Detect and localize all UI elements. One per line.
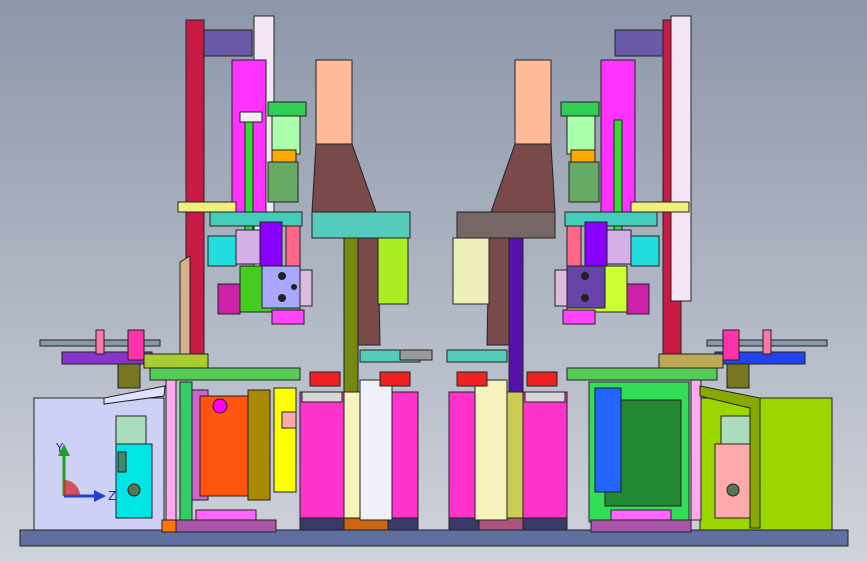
- z-axis-arrow: [94, 490, 106, 502]
- assembly-model[interactable]: [0, 0, 867, 562]
- coordinate-triad: Y Z: [55, 441, 116, 503]
- z-axis-label: Z: [108, 489, 116, 503]
- cad-viewport[interactable]: Y Z: [0, 0, 867, 562]
- base-plate: [19, 529, 849, 547]
- y-axis-label: Y: [55, 441, 64, 455]
- triad-origin: [64, 480, 80, 496]
